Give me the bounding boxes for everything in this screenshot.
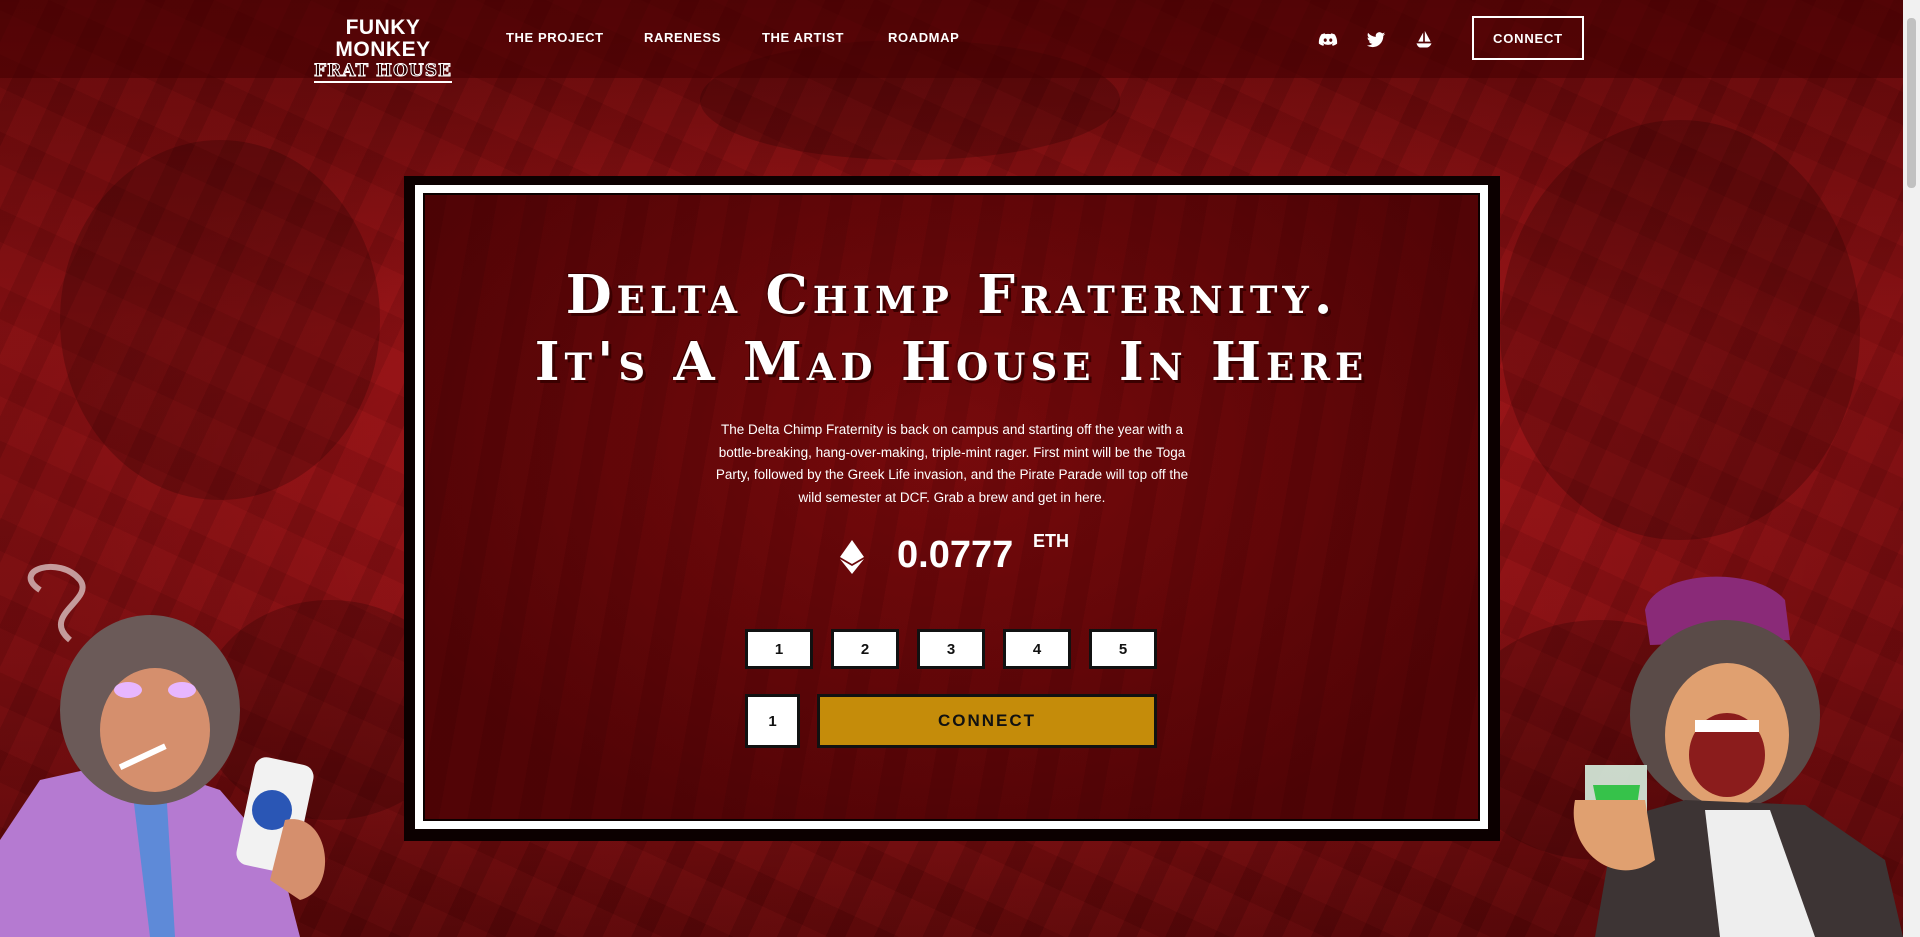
- price-currency: ETH: [1033, 531, 1069, 551]
- nav-item-the-project[interactable]: THE PROJECT: [506, 30, 604, 45]
- quantity-option-3[interactable]: 3: [917, 629, 985, 669]
- quantity-option-5[interactable]: 5: [1089, 629, 1157, 669]
- hero-description: The Delta Chimp Fraternity is back on ca…: [715, 422, 1189, 505]
- mint-connect-button[interactable]: CONNECT: [817, 694, 1157, 748]
- scrollbar-thumb[interactable]: [1907, 18, 1916, 188]
- quantity-option-2[interactable]: 2: [831, 629, 899, 669]
- mint-amount-field[interactable]: 1: [745, 694, 800, 748]
- hero-headline-line-1: Delta Chimp Fraternity.: [565, 264, 1338, 326]
- nav-item-rareness[interactable]: RARENESS: [644, 30, 721, 45]
- twitter-icon[interactable]: [1366, 30, 1386, 50]
- quantity-option-4[interactable]: 4: [1003, 629, 1071, 669]
- hero-headline: Delta Chimp Fraternity. It's A Mad House…: [425, 262, 1478, 396]
- site-logo[interactable]: FUNKY MONKEY FRAT HOUSE: [307, 17, 459, 83]
- site-header: FUNKY MONKEY FRAT HOUSE THE PROJECT RARE…: [0, 0, 1903, 83]
- logo-line-1: FUNKY MONKEY: [335, 16, 431, 61]
- nav-item-roadmap[interactable]: ROADMAP: [888, 30, 959, 45]
- opensea-icon[interactable]: [1414, 30, 1434, 50]
- page-scrollbar[interactable]: [1903, 0, 1920, 937]
- discord-icon[interactable]: [1318, 30, 1338, 50]
- logo-line-2: FRAT HOUSE: [314, 61, 452, 83]
- header-connect-button[interactable]: CONNECT: [1472, 16, 1584, 60]
- right-monkey-illustration: [1573, 576, 1903, 937]
- quantity-option-1[interactable]: 1: [745, 629, 813, 669]
- left-monkey-illustration: [0, 563, 326, 937]
- price-value: 0.0777: [897, 534, 1014, 576]
- ethereum-icon: [840, 540, 864, 579]
- hero-headline-line-2: It's A Mad House In Here: [534, 331, 1369, 393]
- nav-item-the-artist[interactable]: THE ARTIST: [762, 30, 844, 45]
